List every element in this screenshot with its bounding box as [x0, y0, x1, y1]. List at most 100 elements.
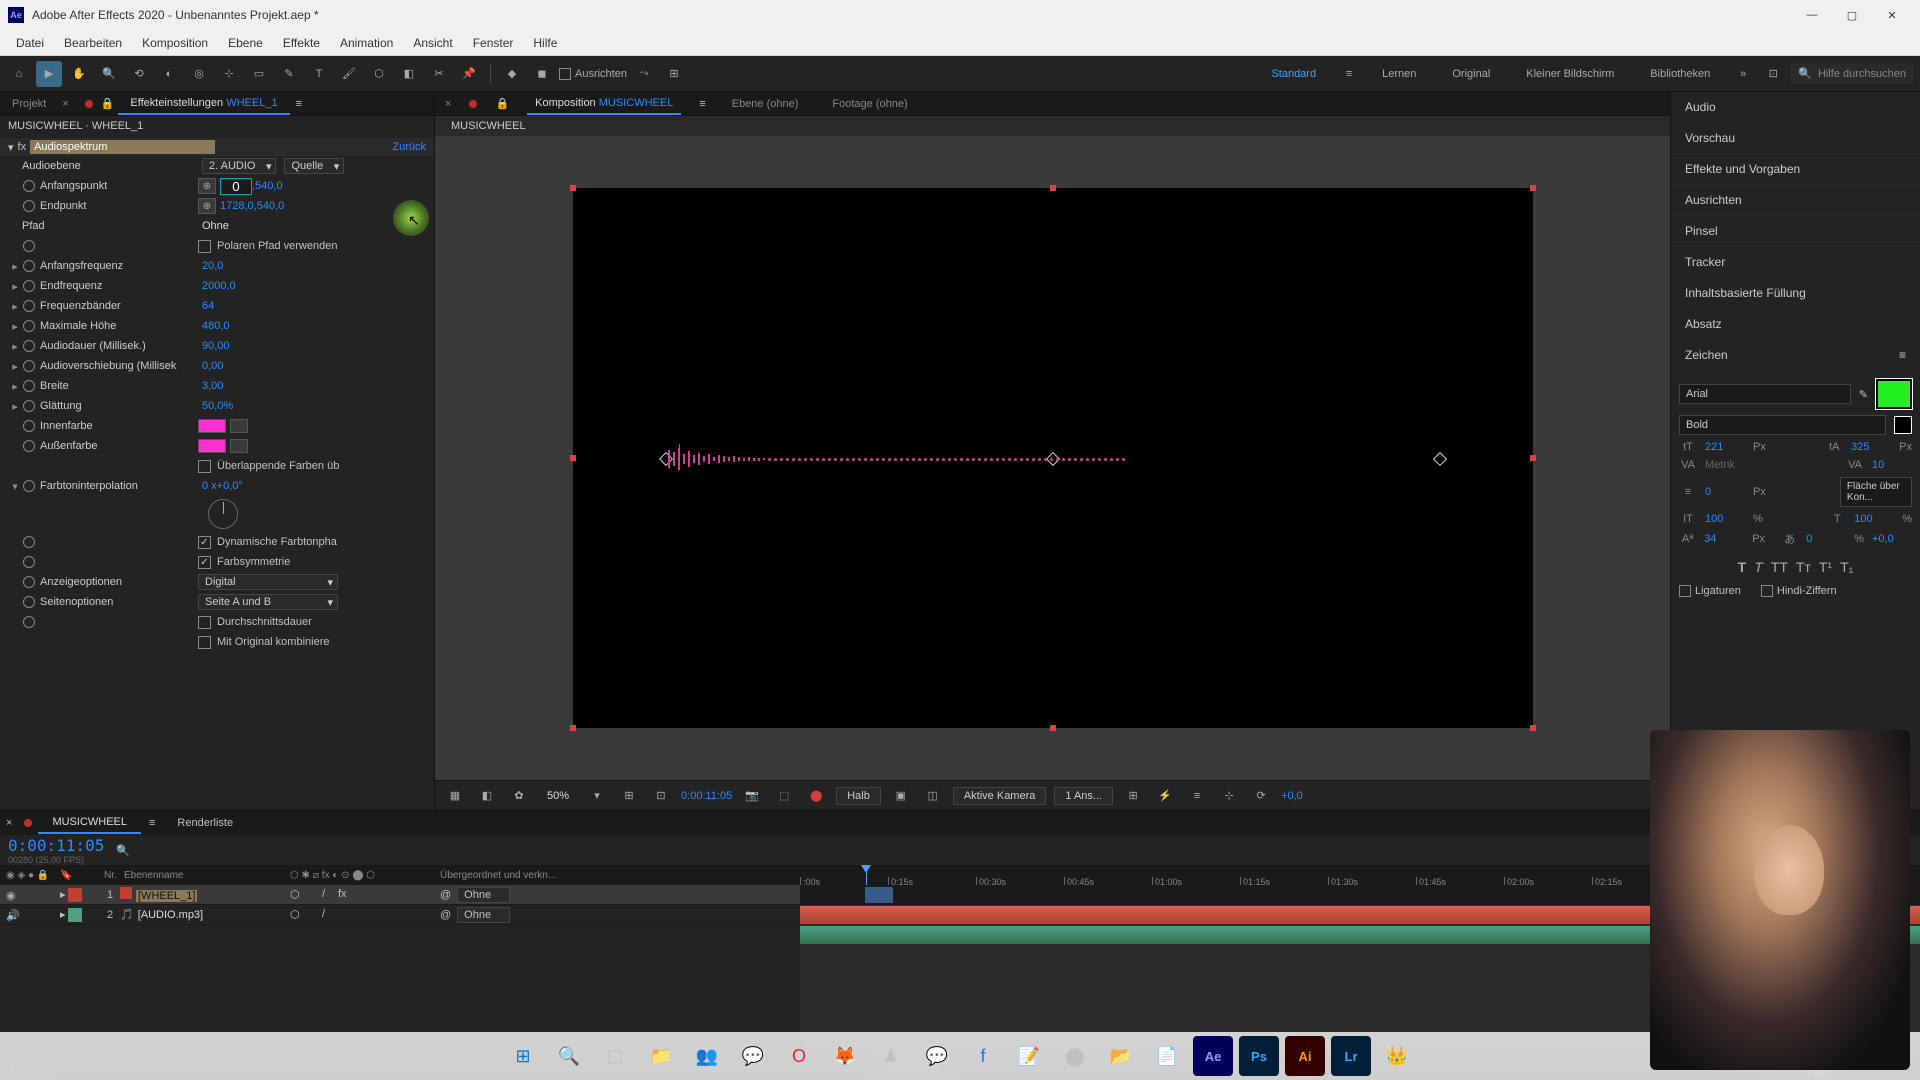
shape-tool-icon[interactable]: ▭ — [246, 61, 272, 87]
expand-icon[interactable]: ▸ — [60, 888, 66, 901]
stopwatch-icon[interactable] — [22, 259, 36, 273]
font-size-value[interactable]: 221 — [1705, 441, 1745, 453]
tab-ebene[interactable]: Ebene (ohne) — [724, 94, 807, 114]
timeline-timecode[interactable]: 0:00:11:05 — [8, 836, 104, 855]
original-checkbox[interactable] — [198, 636, 211, 649]
layer-name[interactable]: [AUDIO.mp3] — [138, 909, 203, 921]
firefox-icon[interactable]: 🦊 — [825, 1036, 865, 1076]
glaettung-value[interactable]: 50,0% — [202, 400, 233, 412]
layer-color-icon[interactable] — [68, 908, 82, 922]
selection-handle[interactable] — [1050, 725, 1056, 731]
stopwatch-icon[interactable] — [22, 239, 36, 253]
endpunkt-value[interactable]: 1728,0,540,0 — [220, 200, 284, 212]
selection-handle[interactable] — [570, 185, 576, 191]
workspace-original[interactable]: Original — [1436, 64, 1506, 84]
workspace-standard[interactable]: Standard — [1255, 64, 1332, 84]
app-icon[interactable]: 👑 — [1377, 1036, 1417, 1076]
transparency-icon[interactable]: ◫ — [921, 784, 945, 808]
workspace-bibliotheken[interactable]: Bibliotheken — [1634, 64, 1726, 84]
snapshot-icon[interactable]: 📷 — [740, 784, 764, 808]
stopwatch-icon[interactable] — [22, 299, 36, 313]
ueberlappen-checkbox[interactable] — [198, 460, 211, 473]
view-count-dropdown[interactable]: 1 Ans... — [1054, 787, 1113, 805]
mask-vis-icon[interactable]: ◧ — [475, 784, 499, 808]
switch-icon[interactable]: ⬡ — [290, 888, 303, 901]
panel-menu-icon[interactable]: ≡ — [1899, 348, 1906, 362]
photoshop-icon[interactable]: Ps — [1239, 1036, 1279, 1076]
panel-menu-icon[interactable]: ≡ — [141, 817, 163, 829]
stopwatch-icon[interactable] — [22, 535, 36, 549]
stopwatch-icon[interactable] — [22, 199, 36, 213]
pickwhip-icon[interactable]: @ — [440, 889, 451, 901]
panel-menu-icon[interactable]: ≡ — [290, 98, 308, 110]
search-icon[interactable]: 🔍 — [116, 844, 132, 857]
selection-tool-icon[interactable]: ▶ — [36, 61, 62, 87]
view-dropdown[interactable]: Aktive Kamera — [953, 787, 1047, 805]
spiral-icon[interactable]: ✿ — [507, 784, 531, 808]
hindi-checkbox[interactable]: Hindi-Ziffern — [1761, 585, 1837, 597]
stopwatch-icon[interactable] — [22, 379, 36, 393]
notes-icon[interactable]: 📝 — [1009, 1036, 1049, 1076]
menu-ansicht[interactable]: Ansicht — [403, 32, 462, 54]
fx-switch-icon[interactable]: fx — [338, 888, 351, 901]
crosshair-icon[interactable] — [198, 178, 216, 194]
effect-header[interactable]: ▾ fx Audiospektrum Zurück — [0, 138, 434, 156]
stopwatch-icon[interactable] — [22, 615, 36, 629]
roi-icon[interactable]: ▣ — [889, 784, 913, 808]
pen-tool-icon[interactable]: ✎ — [276, 61, 302, 87]
roto-tool-icon[interactable]: ✂ — [426, 61, 452, 87]
hand-tool-icon[interactable]: ✋ — [66, 61, 92, 87]
workspace-overflow-icon[interactable]: » — [1730, 61, 1756, 87]
workspace-lernen[interactable]: Lernen — [1366, 64, 1432, 84]
stroke-color-swatch[interactable] — [1894, 416, 1912, 434]
tsume-value[interactable]: 0 — [1806, 533, 1846, 545]
text-color-swatch[interactable] — [1876, 379, 1912, 409]
exposure-value[interactable]: +0,0 — [1281, 790, 1303, 802]
stopwatch-icon[interactable] — [22, 479, 36, 493]
subscript-button[interactable]: T₁ — [1840, 559, 1853, 575]
panel-inhalt[interactable]: Inhaltsbasierte Füllung — [1671, 278, 1920, 309]
tab-musicwheel[interactable]: MUSICWHEEL — [38, 812, 141, 834]
selection-handle[interactable] — [570, 725, 576, 731]
anzeige-dropdown[interactable]: Digital — [198, 574, 338, 590]
menu-hilfe[interactable]: Hilfe — [523, 32, 567, 54]
crosshair-icon[interactable] — [198, 198, 216, 214]
expand-icon[interactable]: ▾ — [8, 141, 14, 154]
sync-icon[interactable]: ⊡ — [1760, 61, 1786, 87]
visibility-icon[interactable]: ◉ — [6, 889, 18, 901]
bold-button[interactable]: T — [1738, 559, 1747, 575]
stopwatch-icon[interactable] — [22, 555, 36, 569]
tab-close-icon[interactable]: × — [0, 817, 18, 829]
lock-icon[interactable]: 🔒 — [97, 97, 119, 110]
fx-enabled-icon[interactable]: fx — [18, 141, 27, 153]
angle-dial[interactable] — [208, 499, 238, 529]
font-family-dropdown[interactable]: Arial — [1679, 384, 1851, 404]
panel-absatz[interactable]: Absatz — [1671, 309, 1920, 340]
layer-row-1[interactable]: ◉ ▸ 1 [WHEEL_1] ⬡/fx @Ohne — [0, 885, 800, 905]
panel-audio[interactable]: Audio — [1671, 92, 1920, 123]
layer-name[interactable]: [WHEEL_1] — [136, 890, 197, 902]
hindi-value[interactable]: +0,0 — [1872, 533, 1912, 545]
anfangspunkt-y[interactable]: ,540,0 — [252, 180, 283, 192]
hscale-value[interactable]: 100 — [1854, 513, 1894, 525]
menu-bearbeiten[interactable]: Bearbeiten — [54, 32, 132, 54]
lightroom-icon[interactable]: Lr — [1331, 1036, 1371, 1076]
stopwatch-icon[interactable] — [22, 399, 36, 413]
panel-ausrichten[interactable]: Ausrichten — [1671, 185, 1920, 216]
comp-breadcrumb[interactable]: MUSICWHEEL — [435, 116, 1670, 136]
composition-viewer[interactable] — [435, 136, 1670, 780]
task-view-icon[interactable]: ▢ — [595, 1036, 635, 1076]
innenfarbe-swatch[interactable] — [198, 419, 226, 433]
brush-tool-icon[interactable]: 🖌 — [336, 61, 362, 87]
tab-close-icon[interactable]: × — [58, 98, 72, 110]
after-effects-icon[interactable]: Ae — [1193, 1036, 1233, 1076]
stopwatch-icon[interactable] — [22, 319, 36, 333]
allcaps-button[interactable]: TT — [1771, 559, 1788, 575]
pixel-aspect-icon[interactable]: ⊞ — [1121, 784, 1145, 808]
composition-canvas[interactable] — [573, 188, 1533, 728]
exposure-reset-icon[interactable]: ⟳ — [1249, 784, 1273, 808]
eyedropper-icon[interactable]: ✎ — [1859, 388, 1868, 401]
channel-icon[interactable]: ⬤ — [804, 784, 828, 808]
tab-footage[interactable]: Footage (ohne) — [824, 94, 915, 114]
farbton-value[interactable]: 0 x+0,0° — [202, 480, 243, 492]
